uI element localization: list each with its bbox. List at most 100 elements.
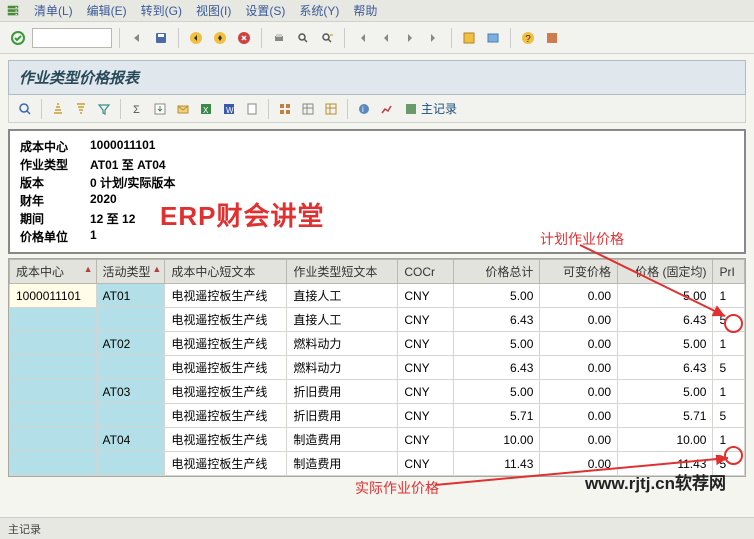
col-total[interactable]: 价格总计 <box>453 260 540 284</box>
cell-cocr: CNY <box>398 284 453 308</box>
cell-var: 0.00 <box>540 356 618 380</box>
menu-list[interactable]: 清单(L) <box>34 2 73 19</box>
localfile-icon[interactable] <box>242 99 262 119</box>
col-activity-type[interactable]: 活动类型▲ <box>96 260 165 284</box>
command-field[interactable] <box>32 28 112 48</box>
nav-cancel-icon[interactable] <box>234 28 254 48</box>
cost-center-label: 成本中心 <box>20 138 90 155</box>
main-toolbar: ? <box>0 22 754 54</box>
cell-cocr: CNY <box>398 332 453 356</box>
menu-goto[interactable]: 转到(G) <box>141 2 182 19</box>
cell-at-text: 燃料动力 <box>287 332 398 356</box>
cell-activity-type: AT01 <box>96 284 165 308</box>
master-record-link[interactable]: 主记录 <box>400 100 461 117</box>
menu-help[interactable]: 帮助 <box>353 2 377 19</box>
circle-highlight-1 <box>724 314 743 333</box>
table-row[interactable]: 电视遥控板生产线折旧费用CNY5.710.005.715 <box>10 404 745 428</box>
save-icon[interactable] <box>151 28 171 48</box>
cell-cocr: CNY <box>398 404 453 428</box>
details-icon[interactable] <box>15 99 35 119</box>
status-text: 主记录 <box>8 524 41 536</box>
session-icon[interactable] <box>483 28 503 48</box>
cell-cc-text: 电视遥控板生产线 <box>165 428 287 452</box>
find-icon[interactable] <box>293 28 313 48</box>
menu-edit[interactable]: 编辑(E) <box>87 2 127 19</box>
svg-text:W: W <box>226 106 234 115</box>
col-cost-center[interactable]: 成本中心▲ <box>10 260 97 284</box>
cell-cc-text: 电视遥控板生产线 <box>165 284 287 308</box>
first-page-icon[interactable] <box>352 28 372 48</box>
cell-cost-center <box>10 332 97 356</box>
cell-cocr: CNY <box>398 356 453 380</box>
col-pri[interactable]: PrI <box>713 260 745 284</box>
cell-pri: 1 <box>713 284 745 308</box>
menu-system[interactable]: 系统(Y) <box>299 2 339 19</box>
cell-activity-type <box>96 404 165 428</box>
excel-icon[interactable]: X <box>196 99 216 119</box>
info-icon[interactable]: i <box>354 99 374 119</box>
cell-fix: 5.00 <box>618 332 713 356</box>
help-icon[interactable]: ? <box>518 28 538 48</box>
table-row[interactable]: AT02电视遥控板生产线燃料动力CNY5.000.005.001 <box>10 332 745 356</box>
cell-cost-center <box>10 452 97 476</box>
table-row[interactable]: AT03电视遥控板生产线折旧费用CNY5.000.005.001 <box>10 380 745 404</box>
nav-back-icon[interactable] <box>186 28 206 48</box>
prev-page-icon[interactable] <box>376 28 396 48</box>
unit-label: 价格单位 <box>20 228 90 245</box>
watermark: www.rjtj.cn软荐网 <box>585 469 726 494</box>
ok-icon[interactable] <box>8 28 28 48</box>
unit-value: 1 <box>90 228 97 245</box>
grid-icon[interactable] <box>275 99 295 119</box>
next-page-icon[interactable] <box>400 28 420 48</box>
sort-desc-icon[interactable] <box>71 99 91 119</box>
period-label: 期间 <box>20 210 90 227</box>
export-icon[interactable] <box>150 99 170 119</box>
cell-at-text: 折旧费用 <box>287 380 398 404</box>
table-row[interactable]: 电视遥控板生产线燃料动力CNY6.430.006.435 <box>10 356 745 380</box>
mail-icon[interactable] <box>173 99 193 119</box>
cell-cocr: CNY <box>398 452 453 476</box>
cell-total: 5.00 <box>453 332 540 356</box>
col-cocr[interactable]: COCr <box>398 260 453 284</box>
cell-activity-type <box>96 356 165 380</box>
sort-asc-icon[interactable] <box>48 99 68 119</box>
col-cc-text[interactable]: 成本中心短文本 <box>165 260 287 284</box>
annotation-plan-price: 计划作业价格 <box>540 229 624 249</box>
cell-total: 6.43 <box>453 308 540 332</box>
cell-cocr: CNY <box>398 308 453 332</box>
table-row[interactable]: 电视遥控板生产线直接人工CNY6.430.006.435 <box>10 308 745 332</box>
cell-var: 0.00 <box>540 284 618 308</box>
table-row[interactable]: 1000011101AT01电视遥控板生产线直接人工CNY5.000.005.0… <box>10 284 745 308</box>
word-icon[interactable]: W <box>219 99 239 119</box>
cell-cost-center <box>10 356 97 380</box>
filter-icon[interactable] <box>94 99 114 119</box>
find-next-icon[interactable] <box>317 28 337 48</box>
cell-activity-type <box>96 452 165 476</box>
back-icon[interactable] <box>127 28 147 48</box>
version-label: 版本 <box>20 174 90 191</box>
print-icon[interactable] <box>269 28 289 48</box>
cell-var: 0.00 <box>540 308 618 332</box>
graph-icon[interactable] <box>377 99 397 119</box>
menu-view[interactable]: 视图(I) <box>196 2 231 19</box>
last-page-icon[interactable] <box>424 28 444 48</box>
cell-cc-text: 电视遥控板生产线 <box>165 404 287 428</box>
nav-exit-icon[interactable] <box>210 28 230 48</box>
cell-fix: 6.43 <box>618 308 713 332</box>
customize-icon[interactable] <box>542 28 562 48</box>
layout-icon[interactable] <box>459 28 479 48</box>
col-fix[interactable]: 价格 (固定均) <box>618 260 713 284</box>
menu-settings[interactable]: 设置(S) <box>245 2 285 19</box>
table-row[interactable]: AT04电视遥控板生产线制造费用CNY10.000.0010.001 <box>10 428 745 452</box>
col-var[interactable]: 可变价格 <box>540 260 618 284</box>
cell-total: 11.43 <box>453 452 540 476</box>
sum-icon[interactable]: Σ <box>127 99 147 119</box>
change-layout-icon[interactable] <box>321 99 341 119</box>
cell-total: 10.00 <box>453 428 540 452</box>
cell-cost-center <box>10 308 97 332</box>
version-value: 0 计划/实际版本 <box>90 174 175 191</box>
cell-fix: 6.43 <box>618 356 713 380</box>
col-at-text[interactable]: 作业类型短文本 <box>287 260 398 284</box>
cell-cc-text: 电视遥控板生产线 <box>165 332 287 356</box>
select-layout-icon[interactable] <box>298 99 318 119</box>
